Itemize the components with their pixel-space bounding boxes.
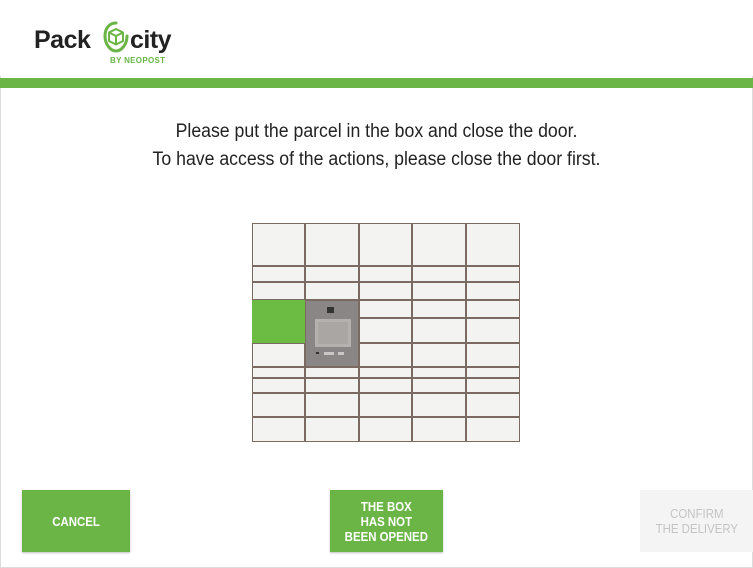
locker-diagram	[252, 223, 520, 442]
locker-compartment	[359, 393, 412, 417]
locker-compartment	[466, 266, 520, 282]
locker-compartment	[305, 367, 359, 378]
locker-compartment	[466, 393, 520, 417]
locker-compartment	[359, 300, 412, 318]
terminal-receipt-slot	[338, 352, 344, 355]
locker-compartment	[412, 417, 466, 442]
terminal-camera	[327, 307, 334, 313]
locker-compartment	[359, 417, 412, 442]
locker-compartment	[252, 367, 305, 378]
locker-compartment	[252, 266, 305, 282]
locker-compartment	[252, 393, 305, 417]
locker-compartment	[412, 282, 466, 300]
locker-compartment	[305, 266, 359, 282]
cancel-button[interactable]: CANCEL	[22, 490, 130, 552]
logo-word-pack: Pack	[34, 26, 91, 54]
locker-compartment	[412, 266, 466, 282]
terminal-card-slot	[324, 352, 334, 355]
confirm-delivery-button-label: CONFIRM THE DELIVERY	[655, 506, 738, 536]
locker-compartment	[466, 417, 520, 442]
locker-compartment	[252, 378, 305, 393]
selected-compartment	[252, 300, 305, 343]
locker-compartment	[466, 223, 520, 266]
locker-compartment	[412, 393, 466, 417]
locker-compartment	[252, 343, 305, 367]
locker-compartment	[412, 378, 466, 393]
confirm-delivery-button[interactable]: CONFIRM THE DELIVERY	[640, 490, 753, 552]
box-not-opened-button-label: THE BOX HAS NOT BEEN OPENED	[344, 498, 429, 544]
locker-compartment	[412, 343, 466, 367]
parcel-box-icon	[103, 21, 129, 53]
locker-compartment	[252, 282, 305, 300]
locker-compartment	[305, 417, 359, 442]
locker-compartment	[252, 417, 305, 442]
locker-compartment	[305, 378, 359, 393]
locker-compartment	[305, 223, 359, 266]
instruction-line-1: Please put the parcel in the box and clo…	[175, 121, 578, 142]
locker-compartment	[359, 367, 412, 378]
cancel-button-label: CANCEL	[52, 513, 100, 529]
instruction-line-2: To have access of the actions, please cl…	[152, 149, 601, 170]
locker-compartment	[412, 318, 466, 343]
locker-compartment	[359, 223, 412, 266]
locker-compartment	[466, 343, 520, 367]
locker-compartment	[466, 367, 520, 378]
locker-compartment	[359, 343, 412, 367]
header: Pack city BY NEOPOST	[0, 0, 753, 76]
locker-compartment	[412, 300, 466, 318]
box-not-opened-button[interactable]: THE BOX HAS NOT BEEN OPENED	[330, 490, 443, 552]
locker-compartment	[359, 266, 412, 282]
locker-compartment	[359, 282, 412, 300]
terminal-screen-icon	[315, 319, 351, 347]
locker-compartment	[359, 378, 412, 393]
locker-compartment	[466, 318, 520, 343]
locker-compartment	[305, 393, 359, 417]
locker-compartment	[466, 378, 520, 393]
locker-compartment	[305, 282, 359, 300]
logo-subtitle: BY NEOPOST	[110, 56, 166, 65]
locker-compartment	[466, 300, 520, 318]
locker-terminal	[305, 300, 359, 367]
locker-compartment	[466, 282, 520, 300]
instruction-text: Please put the parcel in the box and clo…	[0, 118, 753, 174]
logo-word-city: city	[130, 26, 172, 54]
locker-compartment	[359, 318, 412, 343]
header-accent-bar	[0, 78, 753, 88]
locker-compartment	[412, 367, 466, 378]
locker-compartment	[412, 223, 466, 266]
terminal-keypad	[316, 352, 319, 354]
locker-compartment	[252, 223, 305, 266]
